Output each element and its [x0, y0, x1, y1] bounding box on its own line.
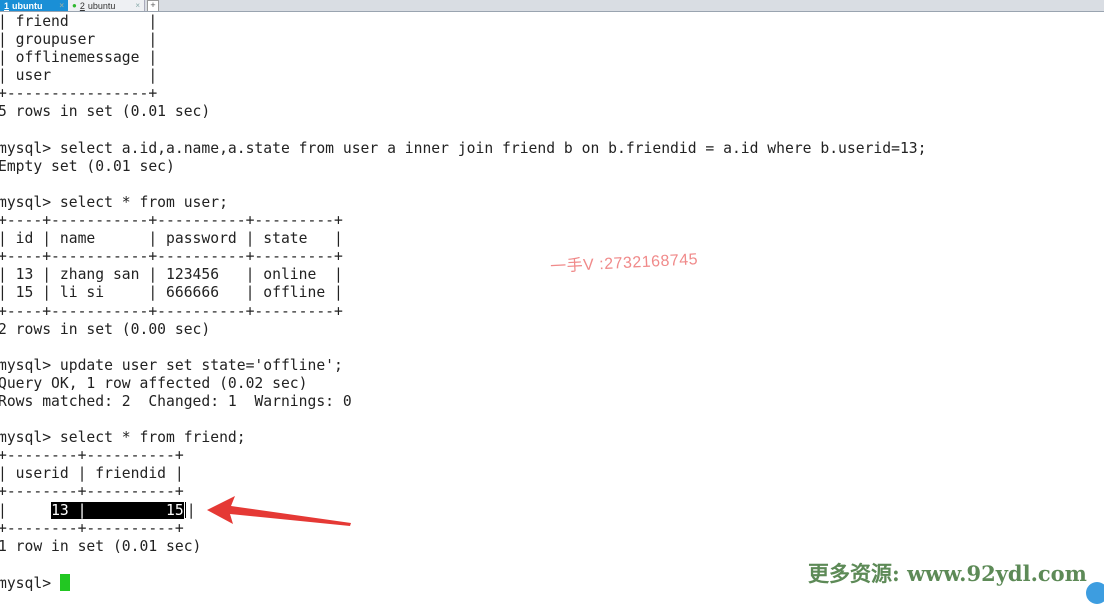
row-suffix: | [186, 501, 196, 519]
new-tab-button[interactable]: + [147, 0, 159, 11]
terminal-line: +----+-----------+----------+---------+ [0, 302, 343, 320]
terminal-line: | user | [0, 67, 158, 85]
terminal-line: | 13 | zhang san | 123456 | online | [0, 266, 343, 284]
terminal-line: | id | name | password | state | [0, 230, 343, 248]
close-icon[interactable]: × [59, 1, 64, 10]
terminal-line: | friend | [0, 13, 158, 30]
terminal-line: mysql> select a.id,a.name,a.state from u… [0, 139, 927, 157]
tab-label: ubuntu [12, 0, 43, 11]
terminal-cursor [59, 573, 70, 591]
prompt-line[interactable]: mysql> [0, 573, 926, 592]
terminal-line: +--------+----------+ [0, 483, 184, 501]
terminal-line: mysql> select * from user; [0, 193, 228, 211]
annotation-arrow-icon [207, 496, 351, 526]
tab-bar: 1 ubuntu × ● 2 ubuntu × + [0, 0, 1104, 12]
floating-badge-icon[interactable] [1086, 582, 1104, 604]
tab-label: ubuntu [87, 0, 116, 11]
tab-number: 1 [4, 0, 10, 11]
tab-number: 2 [79, 0, 85, 11]
terminal-line: 1 row in set (0.01 sec) [0, 537, 202, 555]
tab-ubuntu-1[interactable]: 1 ubuntu × [0, 0, 68, 11]
row-prefix: | [0, 501, 52, 519]
terminal-line: +----------------+ [0, 85, 158, 103]
site-banner: 更多资源: www.92ydl.com [808, 561, 1087, 586]
tab-ubuntu-2[interactable]: ● 2 ubuntu × [68, 0, 145, 11]
terminal-line: mysql> update user set state='offline'; [0, 356, 343, 374]
terminal-line: | userid | friendid | [0, 465, 184, 483]
terminal-line: 2 rows in set (0.00 sec) [0, 320, 211, 338]
close-icon[interactable]: × [135, 1, 140, 10]
terminal-line: Query OK, 1 row affected (0.02 sec) [0, 374, 308, 392]
terminal-line: | groupuser | [0, 31, 158, 49]
terminal-line: | 15 | li si | 666666 | offline | [0, 284, 343, 302]
terminal-output[interactable]: | friend | | groupuser | | offlinemessage … [0, 13, 926, 592]
terminal-line: +----+-----------+----------+---------+ [0, 212, 343, 230]
terminal-line: Empty set (0.01 sec) [0, 157, 175, 175]
terminal-line: 5 rows in set (0.01 sec) [0, 103, 211, 121]
mysql-prompt: mysql> [0, 574, 60, 592]
status-dot-icon: ● [72, 1, 77, 10]
terminal-line: | offlinemessage | [0, 49, 158, 67]
selected-text[interactable]: 13 | 15 [51, 501, 184, 519]
terminal-line: +----+-----------+----------+---------+ [0, 248, 343, 266]
text-cursor-icon [184, 501, 186, 518]
terminal-line: mysql> select * from friend; [0, 429, 246, 447]
selected-table-row[interactable]: | 13 | 15 | [0, 501, 926, 520]
terminal-line: Rows matched: 2 Changed: 1 Warnings: 0 [0, 392, 352, 410]
terminal-line: +--------+----------+ [0, 519, 184, 537]
terminal-line: +--------+----------+ [0, 447, 184, 465]
